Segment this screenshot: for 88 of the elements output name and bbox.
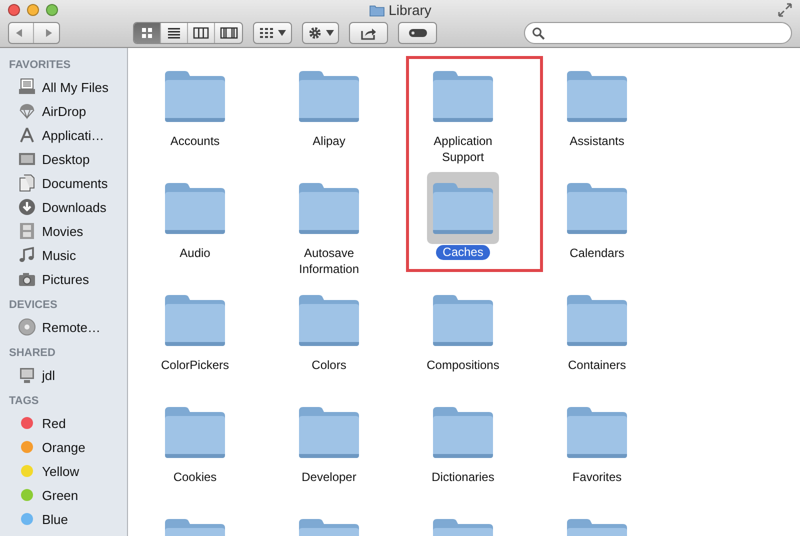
folder-name[interactable]: ColorPickers <box>140 357 250 373</box>
sidebar-item[interactable]: Blue <box>0 507 127 531</box>
sidebar-item[interactable]: Documents <box>0 171 127 195</box>
sidebar-item[interactable]: Applicati… <box>0 123 127 147</box>
folder-icon[interactable] <box>431 181 495 235</box>
folder-icon[interactable] <box>565 293 629 347</box>
sidebar-item[interactable]: AirDrop <box>0 99 127 123</box>
sidebar-heading: TAGS <box>8 394 40 408</box>
search-icon <box>532 26 545 40</box>
zoom-button[interactable] <box>46 4 58 16</box>
folder-icon[interactable] <box>297 293 361 347</box>
folder-icon <box>368 4 385 16</box>
folder-icon[interactable] <box>565 69 629 123</box>
forward-icon <box>44 28 54 38</box>
action-button[interactable] <box>302 22 339 44</box>
sidebar-heading: DEVICES <box>8 298 58 312</box>
folder-name[interactable]: Caches <box>436 245 490 260</box>
folder-icon[interactable] <box>163 69 227 123</box>
sidebar-heading: FAVORITES <box>8 58 72 72</box>
search-field[interactable] <box>524 22 792 44</box>
folder-icon[interactable] <box>565 405 629 459</box>
folder-name[interactable]: Developer <box>274 469 384 485</box>
sidebar-item[interactable]: Orange <box>0 435 127 459</box>
caret-icon <box>278 30 286 36</box>
folder-icon[interactable] <box>297 181 361 235</box>
minimize-button[interactable] <box>27 4 39 16</box>
arrange-button[interactable] <box>253 22 292 44</box>
sidebar-item[interactable]: Downloads <box>0 195 127 219</box>
list-icon <box>167 27 181 39</box>
sidebar-item[interactable]: Pictures <box>0 267 127 291</box>
folder-name[interactable]: Favorites <box>542 469 652 485</box>
grid-icon <box>141 27 153 39</box>
folder-icon[interactable] <box>163 293 227 347</box>
fullscreen-icon[interactable] <box>778 3 792 17</box>
grid-icon <box>260 28 274 38</box>
folder-name[interactable]: Alipay <box>274 133 384 149</box>
tags-button[interactable] <box>398 22 437 44</box>
folder-name[interactable]: Containers <box>542 357 652 373</box>
parachute-icon <box>18 102 36 120</box>
share-button[interactable] <box>349 22 388 44</box>
folder-icon[interactable] <box>431 69 495 123</box>
tag-icon <box>408 28 428 38</box>
folder-name[interactable]: Autosave Information <box>274 245 384 277</box>
folder-name[interactable]: Calendars <box>542 245 652 261</box>
icon-view-button[interactable] <box>134 23 161 43</box>
document-icon <box>18 174 36 192</box>
download-icon <box>18 198 36 216</box>
back-forward-buttons[interactable] <box>8 22 60 44</box>
disc-icon <box>18 318 36 336</box>
folder-name[interactable]: Audio <box>140 245 250 261</box>
folder-name[interactable]: Accounts <box>140 133 250 149</box>
monitor-icon <box>18 366 36 384</box>
sidebar-item[interactable]: Red <box>0 411 127 435</box>
folder-name[interactable]: Compositions <box>408 357 518 373</box>
tray-icon <box>18 78 36 96</box>
window-title: Library <box>388 2 432 18</box>
monitor-icon <box>18 150 36 168</box>
film-icon <box>18 222 36 240</box>
sidebar-item[interactable]: All My Files <box>0 75 127 99</box>
music-note-icon <box>18 246 36 264</box>
folder-name[interactable]: Dictionaries <box>408 469 518 485</box>
sidebar-item[interactable]: Green <box>0 483 127 507</box>
sidebar-item[interactable]: jdl <box>0 363 127 387</box>
sidebar-item[interactable]: Desktop <box>0 147 127 171</box>
folder-icon[interactable] <box>163 181 227 235</box>
folder-icon[interactable] <box>431 293 495 347</box>
folder-name[interactable]: Application Support <box>408 133 518 165</box>
sidebar-item[interactable]: Yellow <box>0 459 127 483</box>
sidebar-item[interactable]: Remote… <box>0 315 127 339</box>
folder-icon[interactable] <box>163 405 227 459</box>
folder-name[interactable]: Cookies <box>140 469 250 485</box>
camera-icon <box>18 270 36 288</box>
gear-icon <box>308 26 322 40</box>
folder-icon[interactable] <box>431 405 495 459</box>
sidebar-heading: SHARED <box>8 346 56 360</box>
back-icon <box>14 28 24 38</box>
sidebar-item[interactable]: Music <box>0 243 127 267</box>
close-button[interactable] <box>8 4 20 16</box>
coverflow-icon <box>220 27 238 39</box>
folder-name[interactable]: Colors <box>274 357 384 373</box>
share-icon <box>360 26 376 40</box>
columns-icon <box>193 27 209 39</box>
folder-icon[interactable] <box>297 69 361 123</box>
caret-icon <box>326 30 334 36</box>
folder-icon[interactable] <box>297 405 361 459</box>
folder-icon[interactable] <box>565 181 629 235</box>
folder-name[interactable]: Assistants <box>542 133 652 149</box>
sidebar-item[interactable]: Movies <box>0 219 127 243</box>
